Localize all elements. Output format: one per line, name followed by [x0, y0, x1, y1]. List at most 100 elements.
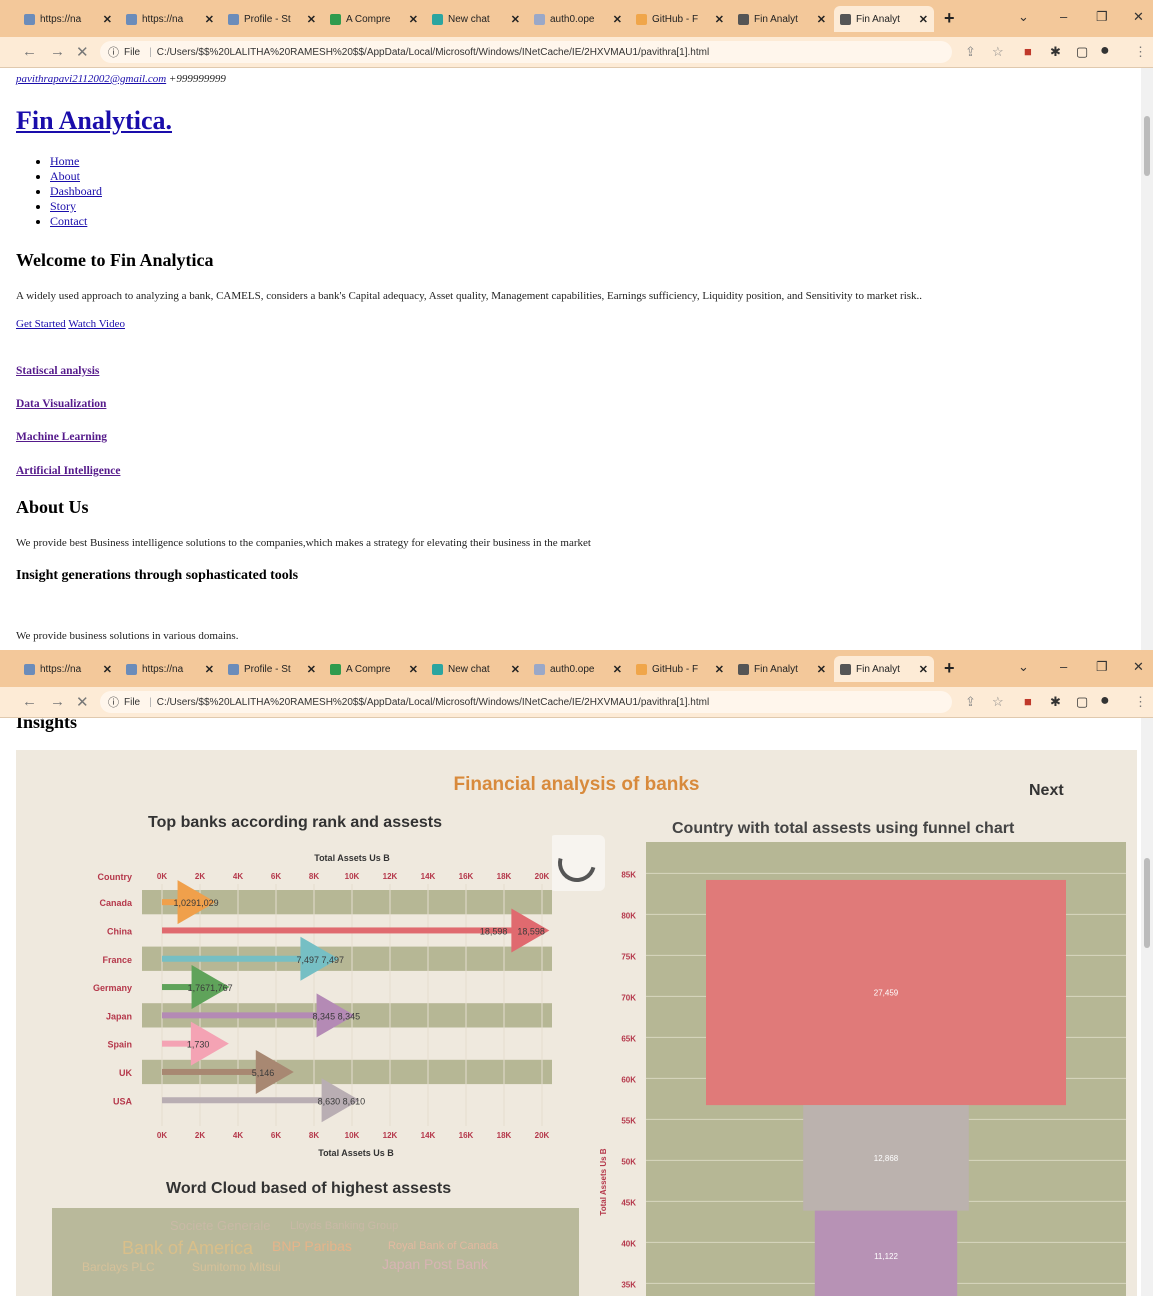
watch-video-link[interactable]: Watch Video [68, 318, 125, 330]
service-artificial-intelligence[interactable]: Artificial Intelligence [16, 465, 120, 477]
restore-icon[interactable]: ❐ [1096, 9, 1108, 25]
browser-tab[interactable]: A Compre ✕ [324, 6, 424, 32]
nav-link-story[interactable]: Story [50, 199, 76, 213]
nav-link-about[interactable]: About [50, 169, 80, 183]
close-window-icon[interactable]: ✕ [1133, 9, 1144, 25]
browser-tab[interactable]: https://na ✕ [18, 6, 118, 32]
hero-links: Get Started Watch Video [16, 318, 125, 330]
stop-icon[interactable]: ✕ [76, 43, 89, 61]
browser-tab[interactable]: New chat ✕ [426, 656, 526, 682]
tab-close-icon[interactable]: ✕ [919, 663, 928, 676]
tab-close-icon[interactable]: ✕ [919, 13, 928, 26]
tab-close-icon[interactable]: ✕ [817, 663, 826, 676]
sidebar-icon[interactable]: ▢ [1076, 44, 1088, 60]
new-tab-icon[interactable]: + [944, 658, 955, 679]
tab-close-icon[interactable]: ✕ [613, 663, 622, 676]
category-label: Spain [107, 1040, 132, 1050]
browser-tab[interactable]: Fin Analyt ✕ [732, 656, 832, 682]
tab-close-icon[interactable]: ✕ [715, 663, 724, 676]
forward-icon[interactable]: → [50, 693, 65, 710]
service-statistical-analysis[interactable]: Statiscal analysis [16, 365, 99, 377]
minimize-icon[interactable]: – [1060, 9, 1067, 24]
tab-close-icon[interactable]: ✕ [511, 663, 520, 676]
new-tab-icon[interactable]: + [944, 8, 955, 29]
tab-close-icon[interactable]: ✕ [613, 13, 622, 26]
tab-close-icon[interactable]: ✕ [511, 13, 520, 26]
browser-tab[interactable]: auth0.ope ✕ [528, 656, 628, 682]
back-icon[interactable]: ← [22, 43, 37, 60]
next-button[interactable]: Next [1029, 782, 1064, 800]
close-window-icon[interactable]: ✕ [1133, 659, 1144, 675]
tab-favicon-icon [24, 13, 35, 25]
get-started-link[interactable]: Get Started [16, 318, 66, 330]
tab-close-icon[interactable]: ✕ [307, 663, 316, 676]
puzzle-icon[interactable]: ✱ [1050, 694, 1061, 710]
browser-tab[interactable]: https://na ✕ [120, 656, 220, 682]
browser-tab[interactable]: Fin Analyt ✕ [834, 6, 934, 32]
tab-close-icon[interactable]: ✕ [715, 13, 724, 26]
tab-close-icon[interactable]: ✕ [103, 663, 112, 676]
browser-tab[interactable]: GitHub - F ✕ [630, 6, 730, 32]
tab-label: https://na [40, 663, 82, 675]
scrollbar[interactable] [1141, 68, 1153, 650]
menu-icon[interactable]: ⋮ [1134, 694, 1147, 710]
tab-search-icon[interactable]: ⌄ [1018, 9, 1029, 25]
extension-icon[interactable]: ■ [1024, 694, 1032, 709]
tab-close-icon[interactable]: ✕ [409, 13, 418, 26]
share-icon[interactable]: ⇪ [965, 694, 976, 710]
site-title[interactable]: Fin Analytica. [16, 106, 172, 136]
url-field[interactable]: ⓘ File | C:/Users/$$%20LALITHA%20RAMESH%… [100, 41, 952, 63]
scrollbar-thumb[interactable] [1144, 116, 1150, 176]
tab-label: New chat [448, 663, 490, 675]
sidebar-icon[interactable]: ▢ [1076, 694, 1088, 710]
extension-icon[interactable]: ■ [1024, 44, 1032, 59]
scrollbar[interactable] [1141, 718, 1153, 1296]
email-link[interactable]: pavithrapavi2112002@gmail.com [16, 73, 166, 85]
site-title-link[interactable]: Fin Analytica. [16, 106, 172, 135]
y-tick-label: 55K [621, 1116, 636, 1125]
browser-tab[interactable]: New chat ✕ [426, 6, 526, 32]
service-machine-learning[interactable]: Machine Learning [16, 431, 107, 443]
stop-icon[interactable]: ✕ [76, 693, 89, 711]
tab-close-icon[interactable]: ✕ [409, 663, 418, 676]
tab-search-icon[interactable]: ⌄ [1018, 659, 1029, 675]
tab-close-icon[interactable]: ✕ [103, 13, 112, 26]
data-label: 5,146 [252, 1068, 275, 1078]
menu-icon[interactable]: ⋮ [1134, 44, 1147, 60]
nav-link-home[interactable]: Home [50, 154, 79, 168]
y-axis-title: Country [98, 872, 133, 882]
tab-close-icon[interactable]: ✕ [205, 13, 214, 26]
browser-tab[interactable]: Profile - St ✕ [222, 656, 322, 682]
url-field[interactable]: ⓘ File | C:/Users/$$%20LALITHA%20RAMESH%… [100, 691, 952, 713]
forward-icon[interactable]: → [50, 43, 65, 60]
browser-tab[interactable]: auth0.ope ✕ [528, 6, 628, 32]
browser-window-top: https://na ✕ https://na ✕ Profile - St ✕ A Com… [0, 0, 1153, 650]
star-icon[interactable]: ☆ [992, 694, 1004, 710]
minimize-icon[interactable]: – [1060, 659, 1067, 674]
browser-tab[interactable]: https://na ✕ [18, 656, 118, 682]
tab-close-icon[interactable]: ✕ [817, 13, 826, 26]
service-data-visualization[interactable]: Data Visualization [16, 398, 106, 410]
puzzle-icon[interactable]: ✱ [1050, 44, 1061, 60]
browser-tab[interactable]: A Compre ✕ [324, 656, 424, 682]
info-icon[interactable]: ⓘ [108, 44, 119, 60]
browser-tab[interactable]: Fin Analyt ✕ [834, 656, 934, 682]
tab-favicon-icon [738, 663, 749, 675]
browser-tab[interactable]: GitHub - F ✕ [630, 656, 730, 682]
profile-icon[interactable]: ● [1100, 42, 1110, 60]
scrollbar-thumb[interactable] [1144, 858, 1150, 948]
browser-tab[interactable]: https://na ✕ [120, 6, 220, 32]
star-icon[interactable]: ☆ [992, 44, 1004, 60]
back-icon[interactable]: ← [22, 693, 37, 710]
browser-tab[interactable]: Profile - St ✕ [222, 6, 322, 32]
restore-icon[interactable]: ❐ [1096, 659, 1108, 675]
browser-tab[interactable]: Fin Analyt ✕ [732, 6, 832, 32]
nav-link-contact[interactable]: Contact [50, 214, 87, 228]
tab-close-icon[interactable]: ✕ [307, 13, 316, 26]
info-icon[interactable]: ⓘ [108, 694, 119, 710]
share-icon[interactable]: ⇪ [965, 44, 976, 60]
nav-link-dashboard[interactable]: Dashboard [50, 184, 102, 198]
profile-icon[interactable]: ● [1100, 692, 1110, 710]
y-tick-label: 60K [621, 1075, 636, 1084]
tab-close-icon[interactable]: ✕ [205, 663, 214, 676]
